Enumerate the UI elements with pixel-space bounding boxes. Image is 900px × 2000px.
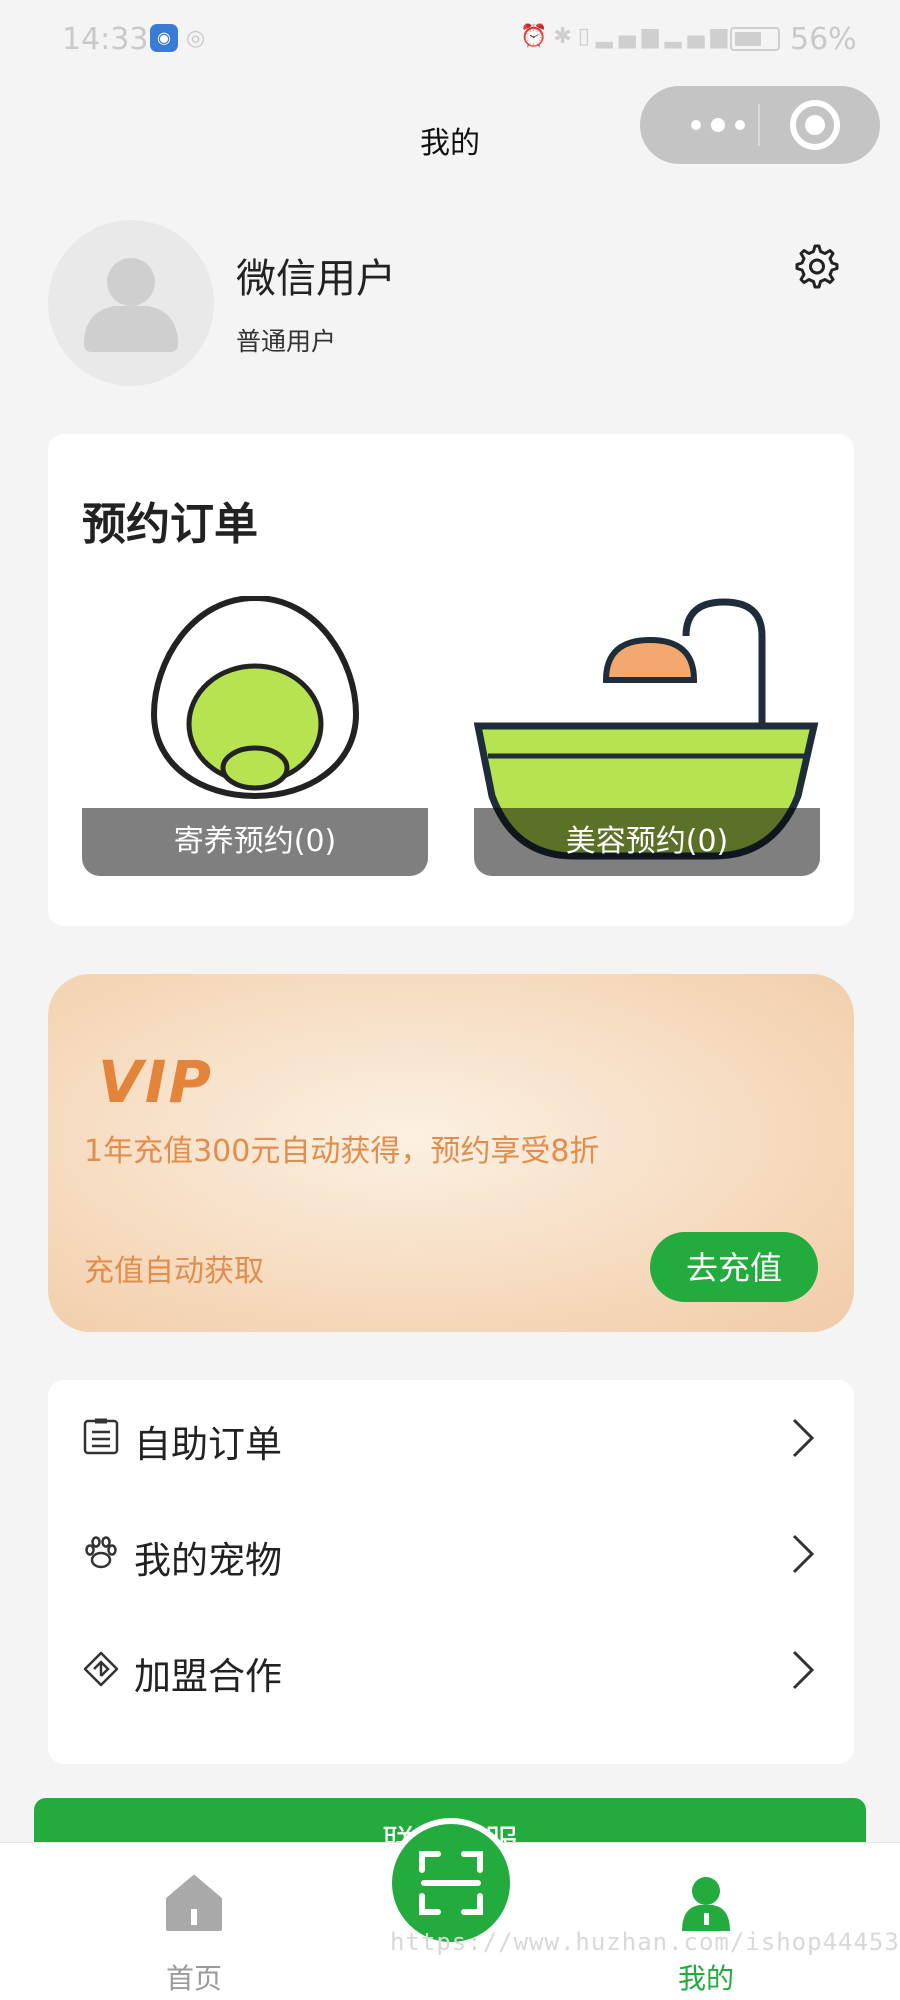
grooming-appointment-label: 美容预约(0) [474,808,820,876]
appointment-orders-title: 预约订单 [82,499,258,550]
menu-item-franchise[interactable]: 加盟合作 [48,1612,854,1728]
menu-item-self-service-orders[interactable]: 自助订单 [48,1380,854,1496]
grooming-appointment[interactable]: 美容预约(0) [474,596,820,876]
miniprogram-capsule [640,86,880,164]
user-name: 微信用户 [236,256,396,302]
scan-icon [419,1851,483,1915]
chevron-right-icon [792,1534,815,1574]
tab-mine[interactable]: 我的 [626,1861,786,1995]
tab-home[interactable]: 首页 [114,1861,274,1995]
tab-home-label: 首页 [165,1962,222,1995]
chevron-right-icon [792,1418,815,1458]
app-notification-icon: ◉ [150,24,178,52]
watermark: https://www.huzhan.com/ishop44453 [390,1928,900,1956]
handshake-icon [83,1651,119,1687]
tab-mine-label: 我的 [677,1962,734,1995]
gear-icon[interactable] [790,240,840,290]
capsule-divider [758,104,760,146]
chevron-right-icon [792,1650,815,1690]
appointment-orders-card: 预约订单 寄养预约(0) 美容预约(0) [48,434,854,926]
menu-item-label: 加盟合作 [134,1655,282,1698]
boarding-appointment[interactable]: 寄养预约(0) [82,596,428,876]
user-level: 普通用户 [236,327,337,356]
menu-card: 自助订单 我的宠物 加盟合作 [48,1380,854,1764]
vip-badge: VIP [98,1048,213,1116]
signal-icons: ⏰✱▯▂▄▆▂▄▆ [520,24,734,49]
eye-icon: ◎ [186,26,206,51]
close-miniprogram-button[interactable] [790,100,840,150]
default-user-icon [84,258,178,352]
battery-icon [730,27,780,51]
recharge-button[interactable]: 去充值 [650,1232,818,1302]
battery-percent: 56% [790,22,857,57]
paw-icon [85,1536,117,1569]
vip-note: 充值自动获取 [84,1254,264,1289]
avatar[interactable] [48,220,214,386]
menu-item-label: 自助订单 [134,1423,282,1466]
menu-item-my-pets[interactable]: 我的宠物 [48,1496,854,1612]
user-icon [682,1877,730,1931]
boarding-appointment-label: 寄养预约(0) [82,808,428,876]
more-button[interactable] [678,86,758,164]
home-icon [166,1875,222,1931]
status-time: 14:33 [62,22,149,57]
vip-description: 1年充值300元自动获得，预约享受8折 [84,1134,600,1169]
vip-card: VIP 1年充值300元自动获得，预约享受8折 充值自动获取 去充值 [48,974,854,1332]
status-bar: 14:33 ◉ ◎ ⏰✱▯▂▄▆▂▄▆ 56% [0,0,900,80]
menu-item-label: 我的宠物 [134,1539,282,1582]
list-icon [83,1418,119,1455]
